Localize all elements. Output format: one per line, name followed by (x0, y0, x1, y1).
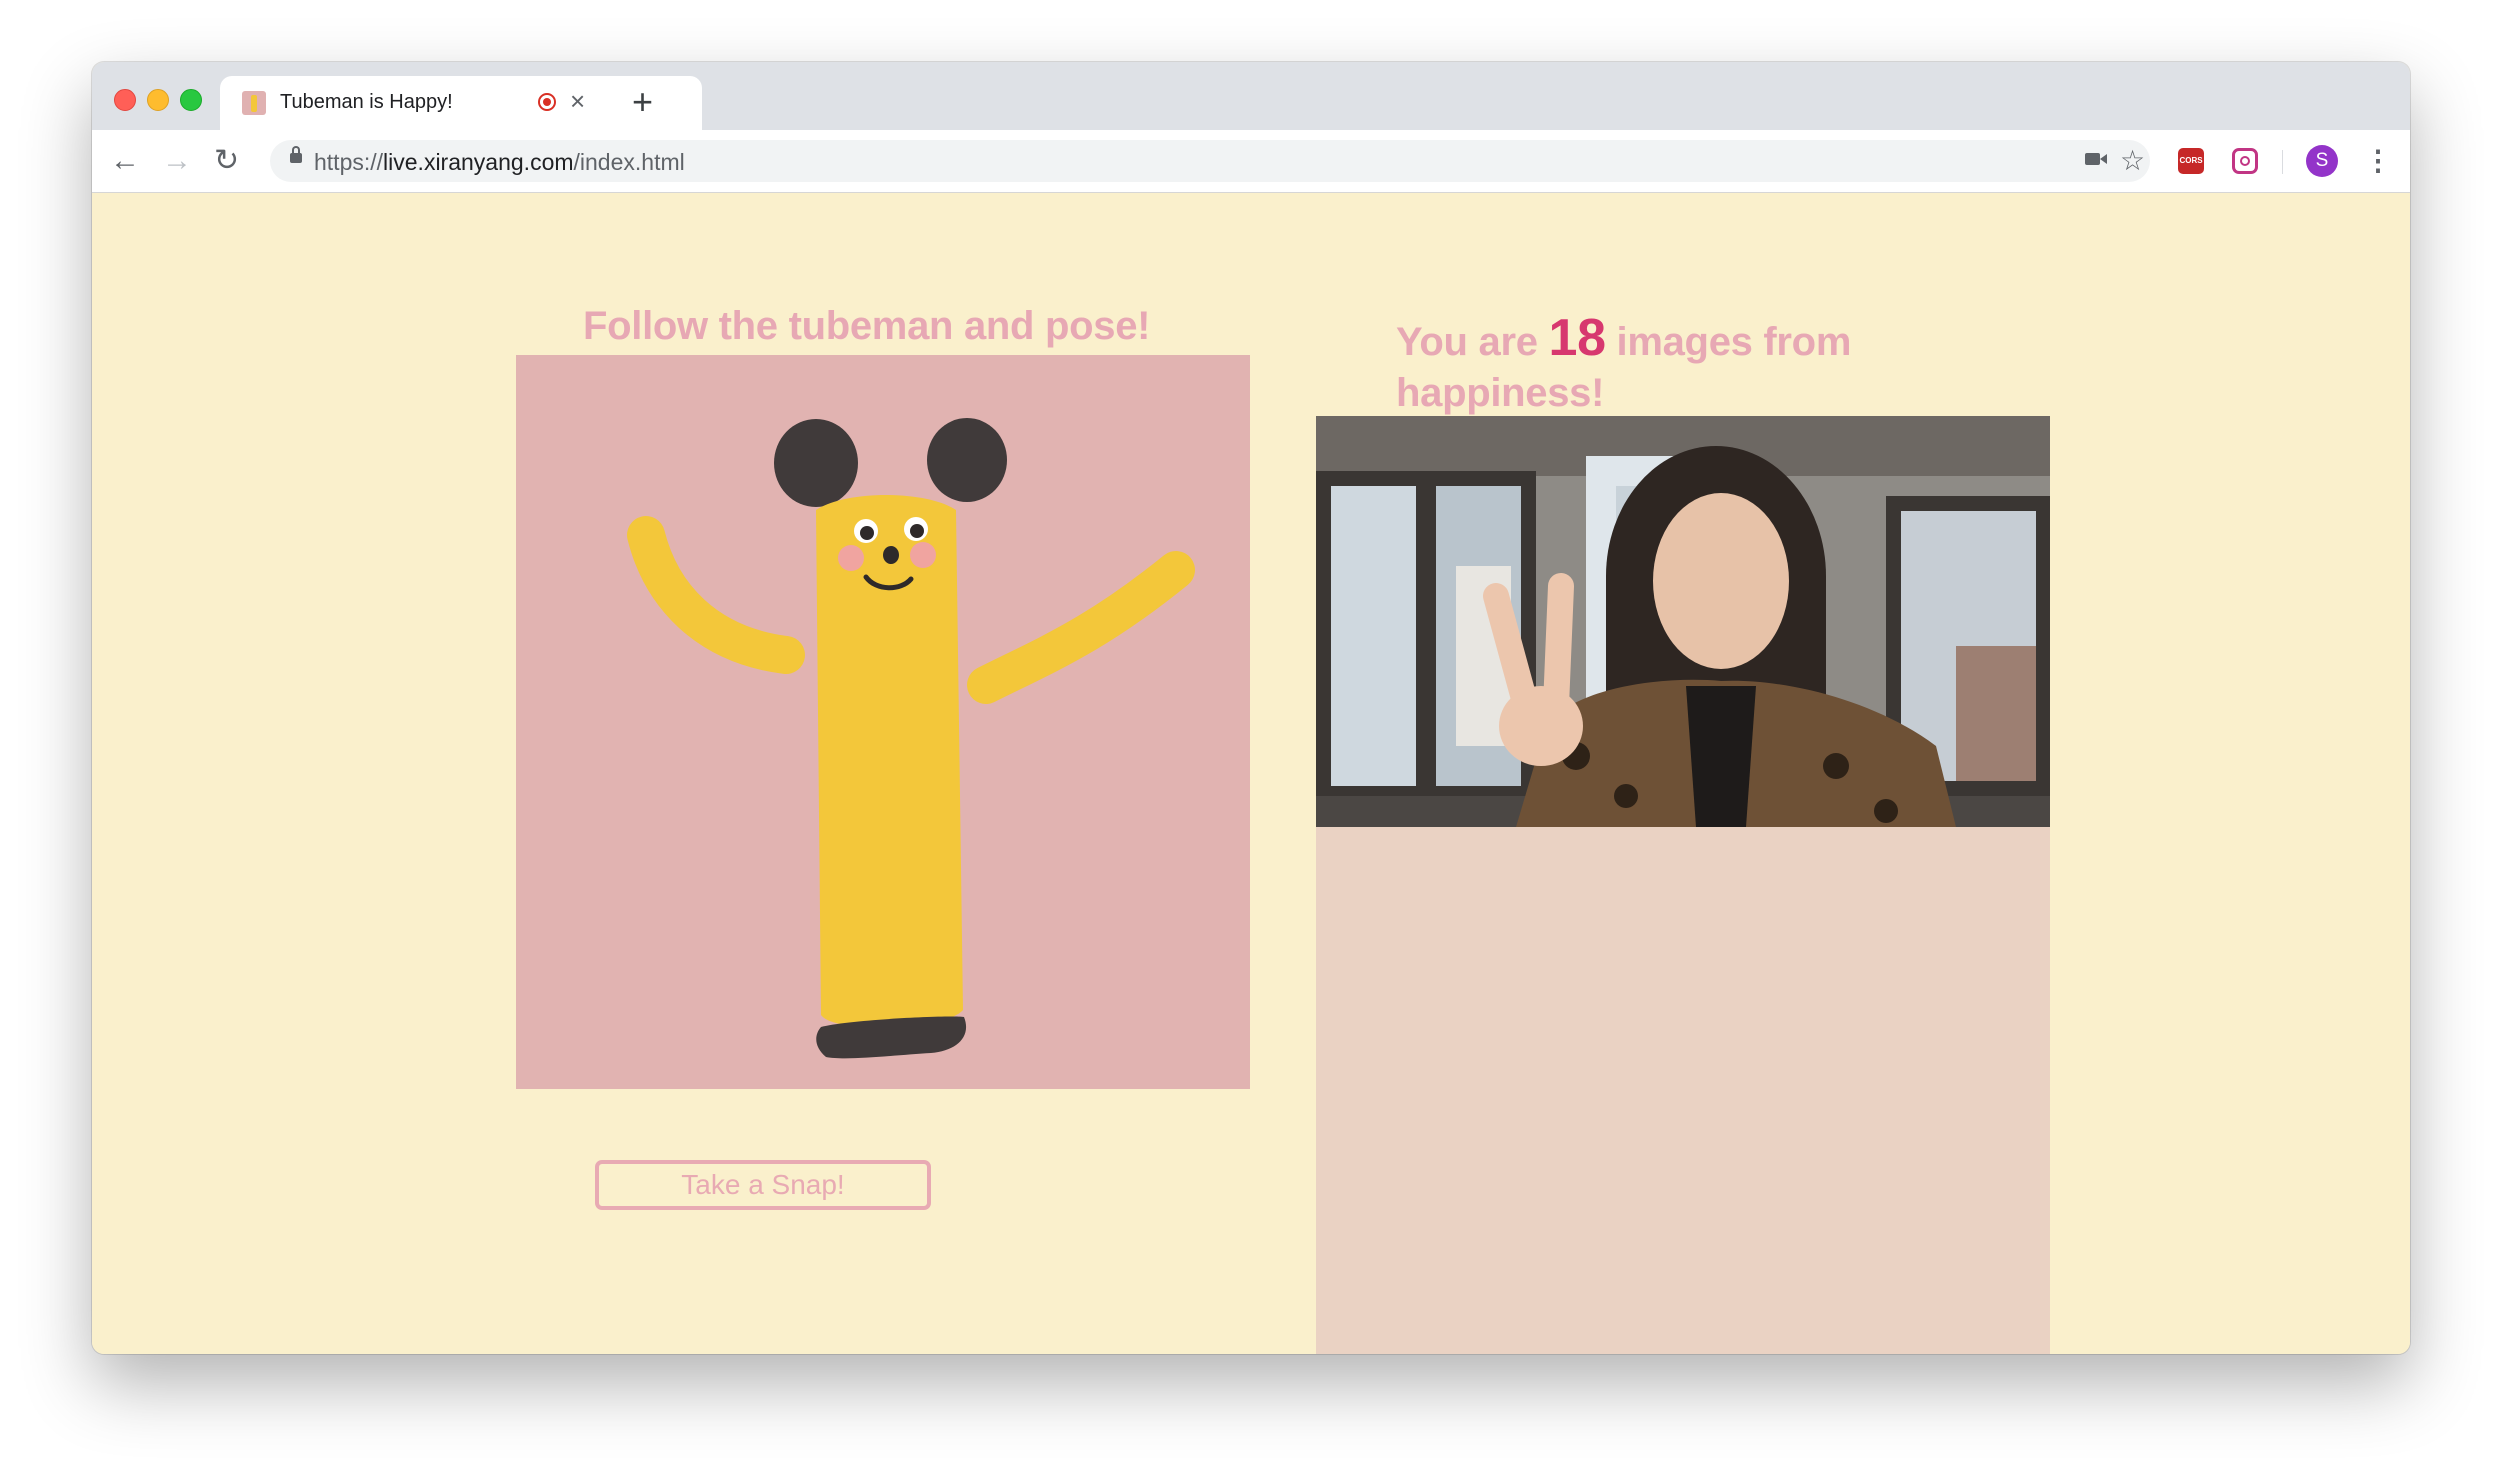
url-scheme: https:// (314, 149, 384, 175)
bookmark-star-icon[interactable]: ☆ (2120, 146, 2145, 176)
minimize-window-button[interactable] (147, 89, 169, 111)
webcam-feed-icon (1316, 416, 2050, 827)
address-bar[interactable]: https://live.xiranyang.com/index.html ☆ (270, 140, 2150, 182)
cors-extension-icon[interactable]: CORS (2178, 148, 2204, 174)
forward-icon[interactable]: → (162, 144, 192, 178)
close-window-button[interactable] (114, 89, 136, 111)
reload-icon[interactable]: ↻ (214, 144, 239, 178)
profile-avatar[interactable]: S (2306, 145, 2338, 177)
tab-close-icon[interactable]: × (570, 86, 585, 116)
progress-prefix: You are (1396, 320, 1549, 364)
url-host: live.xiranyang.com (383, 149, 574, 175)
url-text[interactable]: https://live.xiranyang.com/index.html (314, 149, 685, 176)
tab-strip: Tubeman is Happy! × + (92, 62, 2410, 130)
tubeman-illustration-icon (627, 418, 1195, 1059)
instagram-extension-icon[interactable] (2232, 148, 2258, 174)
image-count: 18 (1548, 309, 1606, 367)
browser-toolbar: ← → ↻ https://live.xiranyang.com/index.h… (92, 130, 2410, 193)
toolbar-divider (2282, 150, 2283, 174)
tubeman-favicon-icon (242, 91, 266, 115)
take-snap-button[interactable]: Take a Snap! (595, 1160, 931, 1210)
back-icon[interactable]: ← (110, 144, 140, 178)
browser-tab[interactable]: Tubeman is Happy! × (220, 76, 702, 130)
browser-menu-icon[interactable]: ⋮ (2364, 144, 2392, 178)
tab-title: Tubeman is Happy! (280, 91, 453, 113)
recording-indicator-icon (538, 93, 556, 111)
camera-in-use-icon[interactable] (2084, 146, 2108, 176)
new-tab-button[interactable]: + (632, 82, 653, 122)
maximize-window-button[interactable] (180, 89, 202, 111)
lock-icon[interactable] (290, 146, 302, 163)
tubeman-panel (516, 355, 1250, 1089)
snapshot-panel (1316, 416, 2050, 1354)
browser-window: Tubeman is Happy! × + ← → ↻ https://live… (92, 62, 2410, 1354)
progress-heading: You are 18 images from happiness! (1396, 312, 1916, 419)
url-path: /index.html (573, 149, 685, 175)
pose-instruction-heading: Follow the tubeman and pose! (583, 304, 1151, 348)
page-content: Follow the tubeman and pose! Take a Snap… (92, 193, 2410, 1354)
